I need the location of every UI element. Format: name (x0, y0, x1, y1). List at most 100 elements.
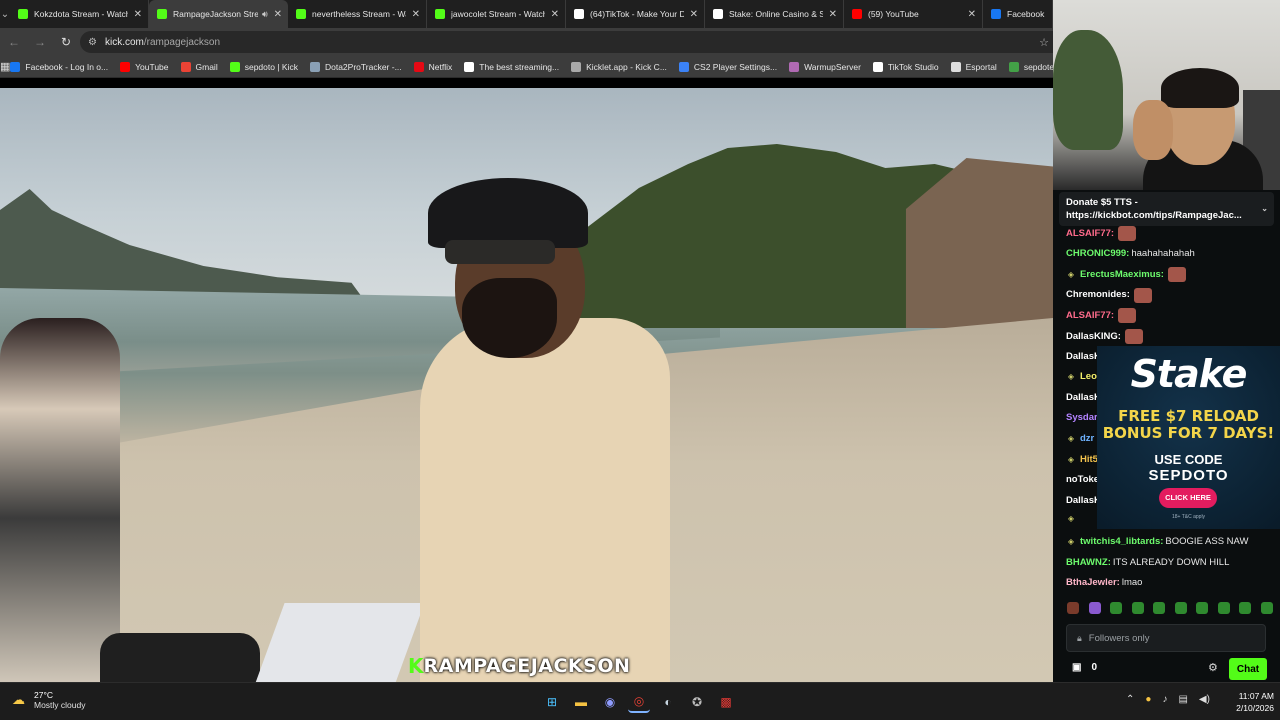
chat-username[interactable]: Chremonides: (1066, 288, 1130, 302)
browser-tab[interactable]: (59) YouTube ✕ (844, 0, 983, 28)
bookmark-favicon-icon (464, 61, 475, 72)
chevron-down-icon[interactable]: ⌄ (1261, 202, 1268, 215)
weather-condition: Mostly cloudy (34, 700, 86, 710)
tab-title: jawocolet Stream - Watch (451, 9, 545, 19)
browser-tab[interactable]: RampageJackson Stre 🔊︎ ✕ (149, 0, 288, 28)
bookmark-item[interactable]: The best streaming... (464, 61, 559, 72)
chat-username[interactable]: ALSAIF77: (1066, 309, 1114, 323)
emote-icon[interactable] (1196, 602, 1209, 614)
chat-username[interactable]: ALSAIF77: (1066, 227, 1114, 241)
close-tab-icon[interactable]: ✕ (412, 9, 420, 20)
close-tab-icon[interactable]: ✕ (829, 9, 837, 20)
chat-username[interactable]: Sysdar (1066, 411, 1098, 425)
bookmark-item[interactable]: Dota2ProTracker -... (309, 61, 402, 72)
network-icon[interactable]: ▤ (1178, 694, 1187, 705)
bookmark-item[interactable]: sepdoto | Kick (229, 61, 298, 72)
browser-tab[interactable]: (64)TikTok - Make Your D ✕ (566, 0, 705, 28)
chat-username[interactable]: Hit5 (1080, 453, 1098, 467)
browser-tab[interactable]: nevertheless Stream - Wa ✕ (288, 0, 427, 28)
chat-input[interactable]: 🔒︎ Followers only (1066, 624, 1266, 652)
bookmark-item[interactable]: TikTok Studio (872, 61, 939, 72)
emote-icon[interactable] (1067, 602, 1079, 614)
system-clock[interactable]: 11:07 AM 2/10/2026 (1224, 690, 1274, 714)
game-app-icon[interactable]: ▩ (715, 691, 737, 713)
close-tab-icon[interactable]: ✕ (274, 9, 282, 20)
pinned-message[interactable]: Donate $5 TTS - https://kickbot.com/tips… (1059, 192, 1274, 226)
apps-grid-icon[interactable]: ▦ (0, 60, 10, 73)
browser-tab[interactable]: Kokzdota Stream - Watch ✕ (10, 0, 149, 28)
chat-username[interactable]: DallasKING: (1066, 330, 1121, 344)
file-explorer-icon[interactable]: ▬ (570, 691, 592, 713)
bookmark-item[interactable]: WarmupServer (789, 61, 861, 72)
bookmark-item[interactable]: Facebook - Log In o... (10, 61, 108, 72)
close-tab-icon[interactable]: ✕ (690, 9, 698, 20)
windows-start-icon[interactable]: ⊞ (541, 691, 563, 713)
reload-button[interactable]: ↻ (54, 30, 78, 54)
chat-message: BHAWNZ: ITS ALREADY DOWN HILL (1066, 556, 1229, 570)
close-tab-icon[interactable]: ✕ (551, 9, 559, 20)
volume-icon[interactable]: ◀) (1199, 694, 1210, 705)
emote-icon[interactable] (1260, 602, 1273, 614)
chat-username[interactable]: noToke (1066, 473, 1099, 487)
chat-username[interactable]: ErectusMaeximus: (1080, 268, 1164, 282)
close-tab-icon[interactable]: ✕ (134, 9, 142, 20)
bookmark-favicon-icon (950, 61, 961, 72)
pinned-link[interactable]: https://kickbot.com/tips/RampageJac... (1066, 209, 1267, 222)
emote-icon[interactable] (1217, 602, 1230, 614)
bookmark-item[interactable]: YouTube (120, 61, 169, 72)
channel-points[interactable]: ▣ 0 (1072, 662, 1097, 673)
chat-username[interactable]: twitchis4_libtards: (1080, 535, 1163, 549)
browser-tab[interactable]: Facebook (983, 0, 1053, 28)
bookmark-item[interactable]: CS2 Player Settings... (678, 61, 778, 72)
speaker-icon[interactable]: 🔊︎ (262, 9, 268, 20)
gear-icon[interactable]: ⚙ (1208, 661, 1218, 674)
tab-search-button[interactable]: ⌄ (0, 0, 10, 28)
emote-icon[interactable] (1153, 602, 1166, 614)
site-info-icon[interactable]: ⚙ (88, 37, 97, 48)
chat-username[interactable]: BHAWNZ: (1066, 556, 1111, 570)
chat-username[interactable]: DallasK (1066, 350, 1101, 364)
microphone-icon[interactable]: ♪ (1162, 694, 1167, 705)
pinned-line-1: Donate $5 TTS - (1066, 197, 1138, 208)
tab-title: nevertheless Stream - Wa (312, 9, 406, 19)
send-chat-button[interactable]: Chat (1229, 658, 1267, 680)
chrome-icon[interactable]: ◎ (628, 691, 650, 713)
back-button[interactable]: ← (2, 30, 26, 54)
steam-icon[interactable]: ◐ (657, 691, 679, 713)
forward-button[interactable]: → (28, 30, 52, 54)
bookmark-item[interactable]: Netflix (413, 61, 453, 72)
bookmark-favicon-icon (120, 61, 131, 72)
clock-time: 11:07 AM (1238, 691, 1274, 701)
chevron-up-icon[interactable]: ⌃ (1126, 694, 1134, 705)
chat-username[interactable]: dzr (1080, 432, 1094, 446)
emote-icon[interactable] (1174, 602, 1187, 614)
bookmark-star-icon[interactable]: ☆ (1039, 36, 1049, 49)
browser-tab[interactable]: Stake: Online Casino & Sp ✕ (705, 0, 844, 28)
bookmark-label: CS2 Player Settings... (693, 61, 778, 72)
close-tab-icon[interactable]: ✕ (968, 9, 976, 20)
weather-widget[interactable]: ☁ 27°C Mostly cloudy (12, 690, 86, 710)
bookmark-item[interactable]: Kicklet.app - Kick C... (571, 61, 667, 72)
bookmark-label: WarmupServer (804, 61, 861, 72)
bookmark-item[interactable]: Gmail (180, 61, 218, 72)
stream-video-player[interactable] (0, 88, 1053, 682)
chat-username[interactable]: DallasK (1066, 391, 1101, 405)
discord-icon[interactable]: ◉ (599, 691, 621, 713)
chat-username[interactable]: BthaJewler: (1066, 576, 1120, 590)
emote-icon[interactable] (1088, 602, 1101, 614)
chat-username[interactable]: Leo (1080, 370, 1097, 384)
tab-title: Stake: Online Casino & Sp (729, 9, 823, 19)
emote-icon[interactable] (1110, 602, 1123, 614)
tray-app-icon[interactable]: ● (1145, 694, 1151, 705)
url-field[interactable]: ⚙ kick.com/rampagejackson ☆ (80, 31, 1053, 53)
bookmark-item[interactable]: Esportal (950, 61, 997, 72)
emote-icon[interactable] (1131, 602, 1144, 614)
bookmark-favicon-icon (789, 61, 800, 72)
browser-tab[interactable]: jawocolet Stream - Watch ✕ (427, 0, 566, 28)
dota-icon[interactable]: ✪ (686, 691, 708, 713)
bookmark-label: Netflix (428, 61, 453, 72)
chat-emote-icon (1133, 287, 1152, 303)
chat-username[interactable]: CHRONIC999: (1066, 247, 1129, 261)
emote-icon[interactable] (1239, 602, 1252, 614)
chat-username[interactable]: DallasK (1066, 494, 1101, 508)
